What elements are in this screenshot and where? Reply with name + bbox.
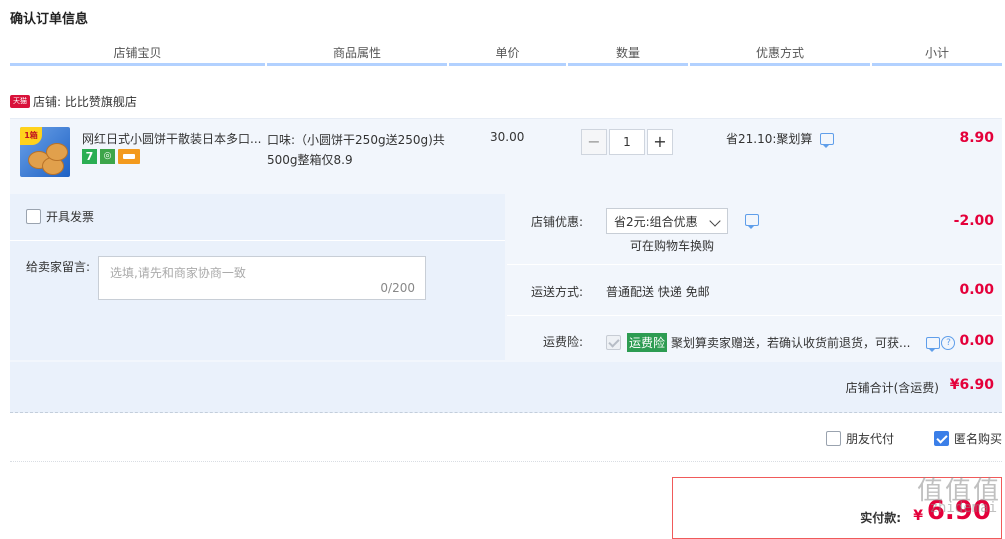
cart-exchange-link[interactable]: 可在购物车换购 — [630, 237, 714, 254]
order-options: 开具发票 给卖家留言: 选填,请先和商家协商一致 0/200 店铺优惠: 省2元… — [10, 194, 1002, 413]
invoice-label: 开具发票 — [46, 210, 95, 224]
seller-message-input[interactable]: 选填,请先和商家协商一致 0/200 — [98, 256, 426, 300]
shop-name[interactable]: 店铺: 比比赞旗舰店 — [33, 93, 137, 110]
insurance-checkbox — [606, 335, 621, 350]
seven-day-return-icon: 7 — [82, 149, 97, 164]
quantity-stepper: − 1 + — [581, 129, 673, 155]
friend-pay-checkbox[interactable] — [826, 431, 841, 446]
shield-icon: ◎ — [100, 149, 115, 164]
insurance-text: 聚划算卖家赠送，若确认收货前退货，可获... — [671, 336, 911, 350]
shipping-amount: 0.00 — [959, 282, 994, 298]
chat-icon[interactable] — [926, 336, 941, 352]
header-discount: 优惠方式 — [690, 44, 870, 66]
invoice-option[interactable]: 开具发票 — [26, 208, 94, 225]
chat-icon[interactable] — [820, 132, 835, 148]
product-name[interactable]: 网红日式小圆饼干散装日本多口... — [82, 130, 261, 147]
qty-increase-button[interactable]: + — [647, 129, 673, 155]
shipping-label: 运送方式: — [531, 285, 584, 299]
shipping-insurance: 运费险 聚划算卖家赠送，若确认收货前退货，可获... ? — [606, 333, 956, 352]
unit-price: 30.00 — [490, 130, 525, 144]
shop-total-row: 店铺合计(含运费) ¥6.90 — [10, 362, 1002, 413]
divider — [10, 461, 1002, 462]
table-header: 店铺宝贝 商品属性 单价 数量 优惠方式 小计 — [10, 44, 1002, 66]
message-label: 给卖家留言: — [26, 260, 91, 274]
buyer-options-pane: 开具发票 给卖家留言: 选填,请先和商家协商一致 0/200 — [10, 194, 505, 360]
anonymous-label: 匿名购买 — [954, 432, 1003, 446]
tmall-icon: 天猫 — [10, 94, 30, 108]
chat-icon[interactable] — [745, 214, 759, 229]
watermark-domain: zhidemai — [929, 500, 997, 516]
service-icons: 7 ◎ — [82, 149, 140, 164]
page-title: 确认订单信息 — [10, 12, 89, 27]
help-icon[interactable]: ? — [941, 335, 956, 350]
shop-row: 天猫 店铺: 比比赞旗舰店 — [10, 92, 137, 110]
shop-discount-amount: -2.00 — [953, 213, 994, 229]
insurance-amount: 0.00 — [959, 333, 994, 349]
insurance-label: 运费险: — [543, 335, 584, 349]
thumb-badge: 1箱 — [20, 127, 42, 145]
qty-input[interactable]: 1 — [609, 129, 645, 155]
card-icon — [118, 149, 140, 164]
discount-method: 省21.10:聚划算 — [726, 130, 835, 148]
chevron-down-icon — [709, 215, 721, 227]
header-shop-item: 店铺宝贝 — [10, 44, 265, 66]
shop-total-label: 店铺合计(含运费) — [845, 381, 939, 395]
header-quantity: 数量 — [568, 44, 688, 66]
message-placeholder: 选填,请先和商家协商一致 — [110, 266, 246, 280]
anonymous-checkbox[interactable] — [934, 431, 949, 446]
currency-symbol: ¥ — [913, 508, 923, 524]
header-attributes: 商品属性 — [267, 44, 447, 66]
shop-discount-select[interactable]: 省2元:组合优惠 — [606, 208, 728, 234]
product-thumbnail[interactable]: 1箱 — [20, 127, 70, 177]
friend-pay-label: 朋友代付 — [846, 432, 895, 446]
order-item-row: 1箱 网红日式小圆饼干散装日本多口... 7 ◎ 口味:（小圆饼干250g送25… — [10, 118, 1002, 195]
item-subtotal: 8.90 — [959, 130, 994, 146]
invoice-checkbox[interactable] — [26, 209, 41, 224]
shop-discount-value: 省2元:组合优惠 — [614, 215, 698, 229]
message-char-count: 0/200 — [380, 281, 415, 295]
friend-pay-option[interactable]: 朋友代付 — [826, 430, 894, 447]
shop-options-pane: 店铺优惠: 省2元:组合优惠 可在购物车换购 -2.00 运送方式: 普通配送 … — [507, 194, 1002, 360]
header-unit-price: 单价 — [449, 44, 566, 66]
shop-discount-label: 店铺优惠: — [531, 215, 584, 229]
qty-decrease-button[interactable]: − — [581, 129, 607, 155]
product-attributes: 口味:（小圆饼干250g送250g)共500g整箱仅8.9 — [267, 133, 445, 167]
actual-pay-label: 实付款: — [860, 511, 901, 525]
anonymous-purchase-option[interactable]: 匿名购买 — [934, 430, 1002, 447]
shipping-method: 普通配送 快递 免邮 — [606, 285, 710, 299]
header-subtotal: 小计 — [872, 44, 1002, 66]
insurance-tag: 运费险 — [627, 333, 668, 352]
discount-text: 省21.10:聚划算 — [726, 132, 813, 146]
shop-total-amount: ¥6.90 — [949, 377, 994, 393]
